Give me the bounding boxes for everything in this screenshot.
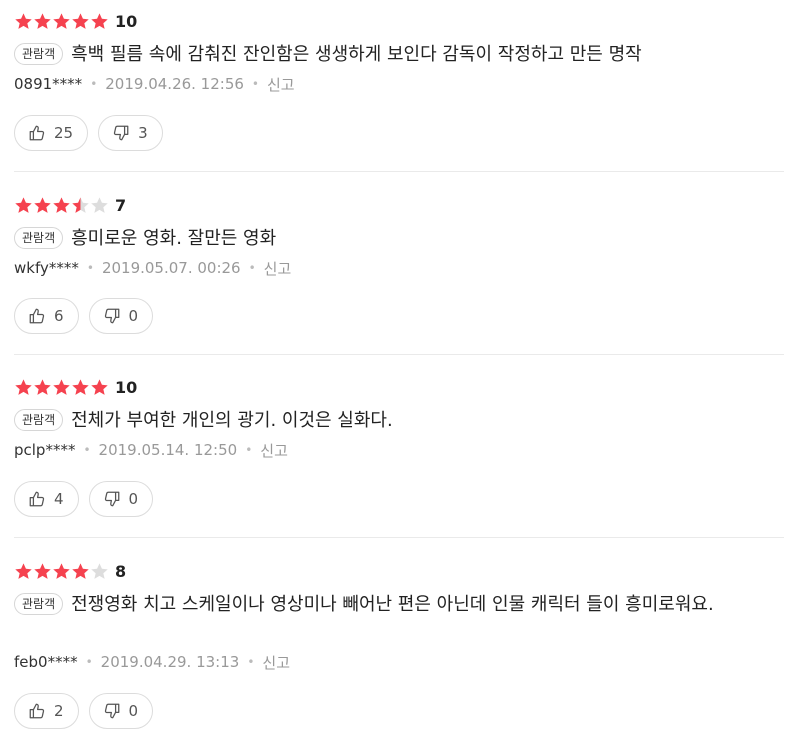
star-icon [53,562,70,579]
dislike-button[interactable]: 0 [88,481,154,517]
star-rating [14,378,109,397]
star-icon [53,12,70,29]
like-button[interactable]: 4 [14,481,79,517]
dislike-count: 0 [128,702,139,720]
thumbs-up-icon [29,491,45,507]
star-icon [53,196,70,213]
rating-row: 7 [14,195,126,215]
review-user: pclp**** [14,441,76,459]
viewer-badge: 관람객 [14,593,64,615]
meta-separator: • [251,77,259,91]
vote-row: 25 3 [14,114,173,152]
thumbs-up-icon [29,703,45,719]
dislike-button[interactable]: 0 [88,693,154,729]
comment-row: 관람객 흑백 필름 속에 감춰진 잔인함은 생생하게 보인다 감독이 작정하고 만… [14,40,779,69]
review-divider [14,537,784,538]
rating-score: 8 [115,561,127,581]
dislike-count: 3 [138,124,148,142]
review-date: 2019.05.07. 00:26 [101,259,241,277]
star-icon [91,378,108,395]
viewer-badge: 관람객 [14,43,64,65]
meta-separator: • [247,655,255,669]
star-icon [72,12,89,29]
like-button[interactable]: 2 [14,693,79,729]
star-icon [72,196,89,213]
rating-row: 8 [14,561,126,581]
review-comment: 전체가 부여한 개인의 광기. 이것은 실화다. [71,410,393,431]
thumbs-down-icon [113,125,129,141]
rating-row: 10 [14,377,137,397]
star-icon [15,12,32,29]
thumbs-up-icon [29,308,45,324]
like-button[interactable]: 6 [14,298,79,334]
vote-row: 4 0 [14,480,163,518]
review-meta: feb0**** • 2019.04.29. 13:13 • 신고 [14,650,290,674]
meta-separator: • [245,443,253,457]
star-icon [15,378,32,395]
star-rating [14,12,109,31]
comment-row: 관람객 전체가 부여한 개인의 광기. 이것은 실화다. [14,406,779,435]
review-meta: pclp**** • 2019.05.14. 12:50 • 신고 [14,438,288,462]
vote-row: 6 0 [14,297,163,335]
thumbs-down-icon [104,308,119,324]
thumbs-down-icon [104,491,119,507]
star-icon [72,562,89,579]
comment-row: 관람객 흥미로운 영화. 잘만든 영화 [14,224,779,253]
report-link[interactable]: 신고 [267,74,295,95]
review-comment: 흥미로운 영화. 잘만든 영화 [71,228,277,249]
star-icon [91,12,108,29]
rating-score: 7 [115,195,127,215]
meta-separator: • [86,261,94,275]
star-rating [14,562,109,581]
review-comment: 전쟁영화 치고 스케일이나 영상미나 빼어난 편은 아닌데 인물 캐릭터 들이 … [71,594,714,615]
review-divider [14,354,784,355]
dislike-count: 0 [128,490,139,508]
star-icon [15,196,32,213]
like-count: 4 [54,490,64,508]
star-icon [91,562,108,579]
review-comment: 흑백 필름 속에 감춰진 잔인함은 생생하게 보인다 감독이 작정하고 만든 명… [71,44,642,65]
star-icon [34,12,51,29]
star-icon [53,378,70,395]
star-icon [34,196,51,213]
thumbs-down-icon [104,703,119,719]
like-count: 6 [54,307,64,325]
review-user: feb0**** [14,653,78,671]
review-date: 2019.05.14. 12:50 [98,441,238,459]
review-meta: 0891**** • 2019.04.26. 12:56 • 신고 [14,72,295,96]
viewer-badge: 관람객 [14,227,64,249]
thumbs-up-icon [29,125,45,141]
star-rating [14,196,109,215]
vote-row: 2 0 [14,692,163,730]
review-date: 2019.04.26. 12:56 [105,75,244,93]
meta-separator: • [83,443,91,457]
rating-score: 10 [115,11,138,31]
meta-separator: • [85,655,93,669]
dislike-count: 0 [128,307,139,325]
star-icon [34,562,51,579]
viewer-badge: 관람객 [14,409,64,431]
review-date: 2019.04.29. 13:13 [100,653,240,671]
report-link[interactable]: 신고 [262,652,290,673]
star-icon [34,378,51,395]
report-link[interactable]: 신고 [260,440,288,461]
dislike-button[interactable]: 3 [98,115,163,151]
like-count: 25 [54,124,74,142]
comment-row: 관람객 전쟁영화 치고 스케일이나 영상미나 빼어난 편은 아닌데 인물 캐릭터 … [14,590,779,619]
report-link[interactable]: 신고 [264,258,292,279]
like-count: 2 [54,702,64,720]
meta-separator: • [90,77,98,91]
review-meta: wkfy**** • 2019.05.07. 00:26 • 신고 [14,256,291,280]
star-icon [72,378,89,395]
review-user: wkfy**** [14,259,79,277]
like-button[interactable]: 25 [14,115,89,151]
review-divider [14,171,784,172]
rating-row: 10 [14,11,137,31]
star-icon [15,562,32,579]
rating-score: 10 [115,377,138,397]
meta-separator: • [248,261,256,275]
review-user: 0891**** [14,75,83,93]
dislike-button[interactable]: 0 [88,298,154,334]
star-icon [91,196,108,213]
